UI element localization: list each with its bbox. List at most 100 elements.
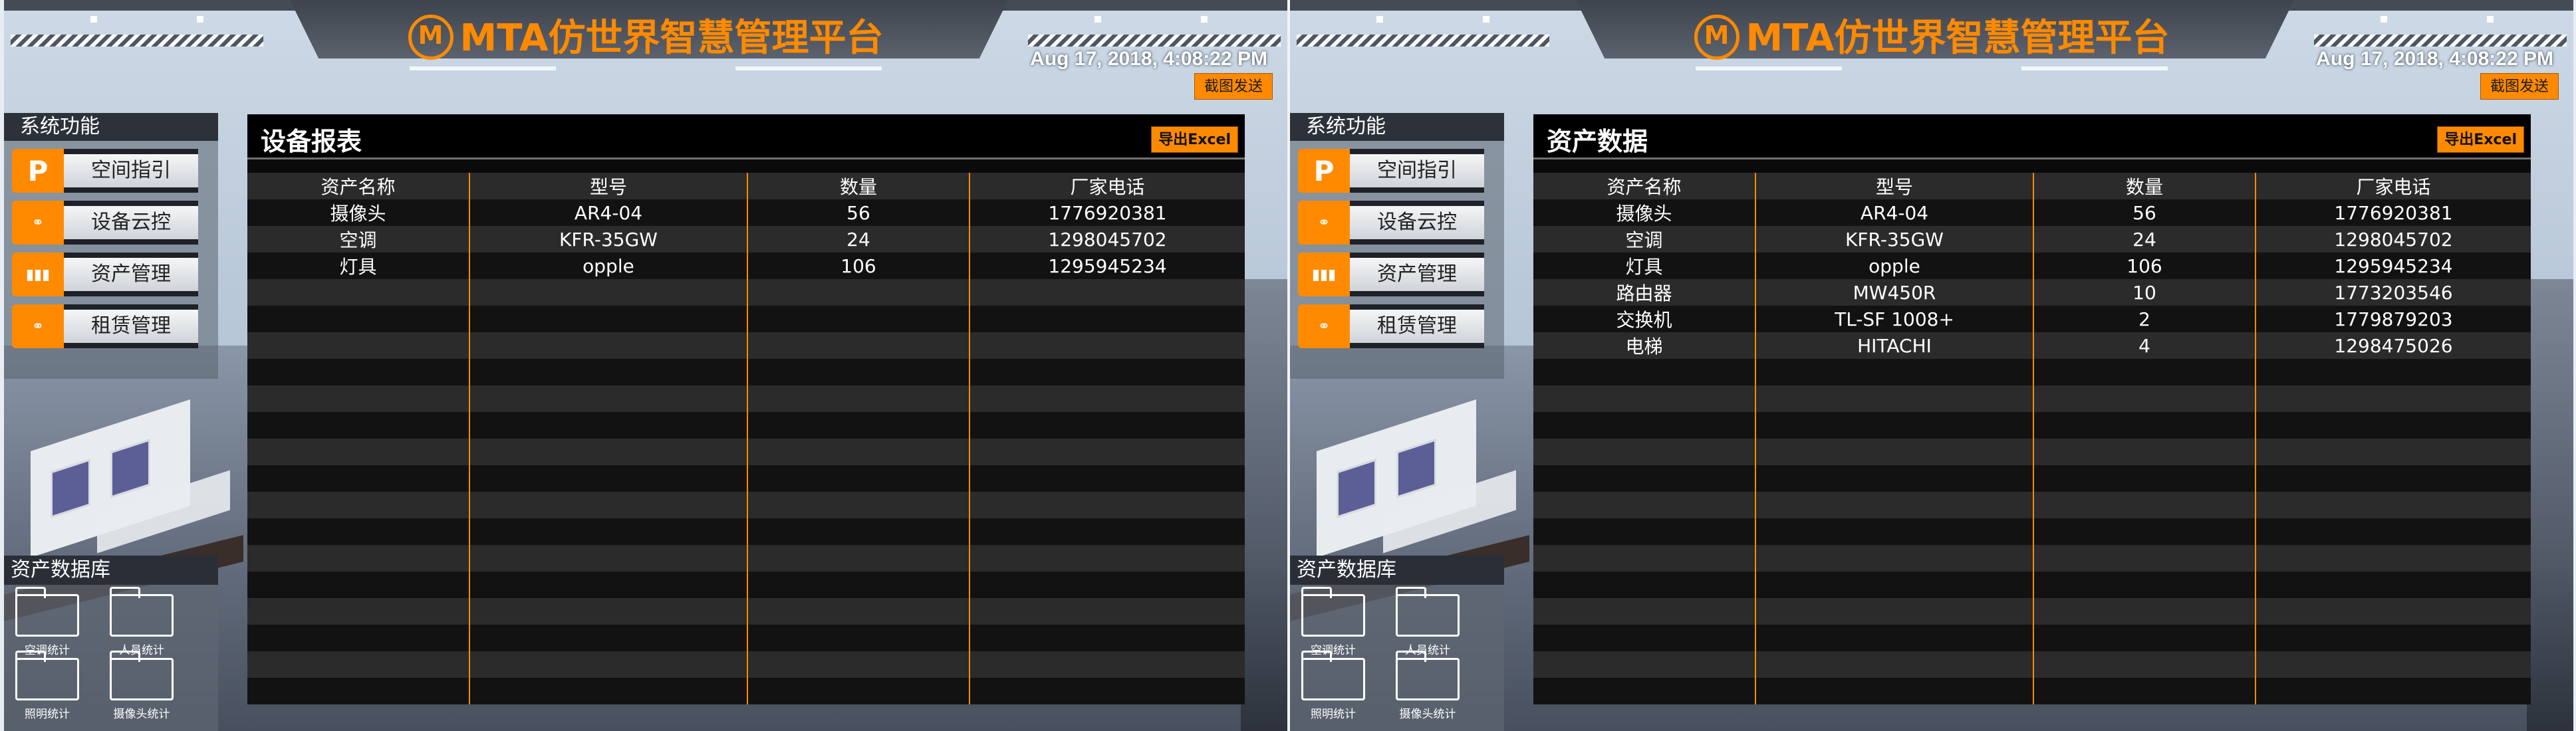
column-header[interactable]: 厂家电话 <box>969 173 1245 199</box>
table-row[interactable] <box>1533 359 2531 385</box>
table-cell <box>747 359 969 385</box>
table-row[interactable] <box>1533 598 2531 625</box>
database-folder[interactable]: 人员统计 <box>1391 587 1464 657</box>
screenshot-send-button[interactable]: 截图发送 <box>1194 73 1273 100</box>
table-cell: 1776920381 <box>969 199 1245 226</box>
table-cell <box>2033 651 2255 678</box>
table-cell <box>469 332 747 359</box>
table-row[interactable]: 摄像头 AR4-04 56 1776920381 <box>1533 199 2531 226</box>
table-cell: opple <box>1755 253 2033 279</box>
table-row[interactable] <box>1533 492 2531 518</box>
table-cell <box>747 332 969 359</box>
table-cell <box>1755 545 2033 572</box>
table-header-row: 资产名称 型号 数量 厂家电话 <box>1533 173 2531 199</box>
table-row[interactable] <box>247 545 1245 572</box>
table-cell <box>969 279 1245 306</box>
column-header[interactable]: 型号 <box>1755 173 2033 199</box>
table-cell: 灯具 <box>247 253 469 279</box>
column-header[interactable]: 资产名称 <box>247 173 469 199</box>
table-row[interactable] <box>1533 439 2531 465</box>
table-cell <box>747 598 969 625</box>
table-row[interactable] <box>247 279 1245 306</box>
sidebar-item-1[interactable]: P 空间指引 <box>1298 149 1484 193</box>
table-row[interactable] <box>1533 572 2531 598</box>
table-row[interactable] <box>247 598 1245 625</box>
table-row[interactable] <box>1533 651 2531 678</box>
sidebar-item-2[interactable]: ⚭ 设备云控 <box>12 201 198 245</box>
table-cell: 24 <box>747 226 969 253</box>
table-row[interactable] <box>247 572 1245 598</box>
table-cell <box>247 385 469 412</box>
table-cell <box>1755 465 2033 492</box>
table-cell: 106 <box>2033 253 2255 279</box>
sidebar-item-4[interactable]: ⚭ 租赁管理 <box>1298 304 1484 348</box>
sidebar-item-label: 设备云控 <box>1350 206 1484 239</box>
table-row[interactable] <box>247 678 1245 704</box>
table-row[interactable]: 摄像头 AR4-04 56 1776920381 <box>247 199 1245 226</box>
table-row[interactable] <box>247 518 1245 545</box>
export-excel-button[interactable]: 导出Excel <box>2437 126 2524 153</box>
table-cell <box>2255 625 2531 651</box>
database-folder[interactable]: 人员统计 <box>105 587 178 657</box>
table-row[interactable] <box>1533 412 2531 439</box>
database-folder[interactable]: 照明统计 <box>1297 651 1370 721</box>
column-header[interactable]: 数量 <box>2033 173 2255 199</box>
table-row[interactable] <box>247 465 1245 492</box>
table-row[interactable] <box>1533 385 2531 412</box>
table-row[interactable] <box>247 412 1245 439</box>
table-cell <box>969 678 1245 704</box>
sidebar-title: 系统功能 <box>4 113 218 141</box>
table-row[interactable]: 空调 KFR-35GW 24 1298045702 <box>247 226 1245 253</box>
column-header[interactable]: 厂家电话 <box>2255 173 2531 199</box>
column-header[interactable]: 型号 <box>469 173 747 199</box>
database-folder[interactable]: 空调统计 <box>1297 587 1370 657</box>
sidebar-item-1[interactable]: P 空间指引 <box>12 149 198 193</box>
table-row[interactable] <box>1533 625 2531 651</box>
table-cell <box>2033 545 2255 572</box>
table-cell: 24 <box>2033 226 2255 253</box>
table-row[interactable] <box>1533 545 2531 572</box>
dual-screen-capture: MTA仿世界智慧管理平台 Aug 17, 2018, 4:08:22 PM 截图… <box>0 0 2576 731</box>
table-cell <box>1755 439 2033 465</box>
sidebar-item-2[interactable]: ⚭ 设备云控 <box>1298 201 1484 245</box>
table-row[interactable] <box>247 385 1245 412</box>
table-row[interactable]: 空调 KFR-35GW 24 1298045702 <box>1533 226 2531 253</box>
table-row[interactable]: 路由器 MW450R 10 1773203546 <box>1533 279 2531 306</box>
column-header[interactable]: 数量 <box>747 173 969 199</box>
datetime-display: Aug 17, 2018, 4:08:22 PM <box>2316 48 2553 70</box>
table-cell <box>469 439 747 465</box>
table-row[interactable]: 灯具 opple 106 1295945234 <box>1533 253 2531 279</box>
table-row[interactable] <box>247 306 1245 332</box>
database-folder[interactable]: 摄像头统计 <box>105 651 178 721</box>
table-row[interactable] <box>1533 465 2531 492</box>
export-excel-button[interactable]: 导出Excel <box>1151 126 1238 153</box>
table-row[interactable] <box>247 625 1245 651</box>
database-folder[interactable]: 照明统计 <box>11 651 84 721</box>
sidebar-item-label: 空间指引 <box>1350 154 1484 187</box>
table-cell <box>2033 572 2255 598</box>
sidebar-item-3[interactable]: ▮▮▮ 资产管理 <box>1298 253 1484 296</box>
window-header: 设备报表 导出Excel <box>247 114 1245 159</box>
column-header[interactable]: 资产名称 <box>1533 173 1755 199</box>
table-row[interactable] <box>247 651 1245 678</box>
table-row[interactable] <box>247 492 1245 518</box>
database-folder[interactable]: 摄像头统计 <box>1391 651 1464 721</box>
table-row[interactable] <box>1533 518 2531 545</box>
screenshot-send-button[interactable]: 截图发送 <box>2480 73 2559 100</box>
table-row[interactable] <box>247 359 1245 385</box>
table-cell: 路由器 <box>1533 279 1755 306</box>
sidebar-item-3[interactable]: ▮▮▮ 资产管理 <box>12 253 198 296</box>
database-folder[interactable]: 空调统计 <box>11 587 84 657</box>
table-row[interactable] <box>247 332 1245 359</box>
sidebar-item-4[interactable]: ⚭ 租赁管理 <box>12 304 198 348</box>
table-cell: 2 <box>2033 306 2255 332</box>
table-cell <box>969 465 1245 492</box>
table-row[interactable] <box>1533 678 2531 704</box>
table-row[interactable]: 交换机 TL-SF 1008+ 2 1779879203 <box>1533 306 2531 332</box>
table-cell <box>469 651 747 678</box>
table-cell <box>1755 518 2033 545</box>
table-row[interactable] <box>247 439 1245 465</box>
table-row[interactable]: 电梯 HITACHI 4 1298475026 <box>1533 332 2531 359</box>
table-row[interactable]: 灯具 opple 106 1295945234 <box>247 253 1245 279</box>
table-cell <box>2255 412 2531 439</box>
